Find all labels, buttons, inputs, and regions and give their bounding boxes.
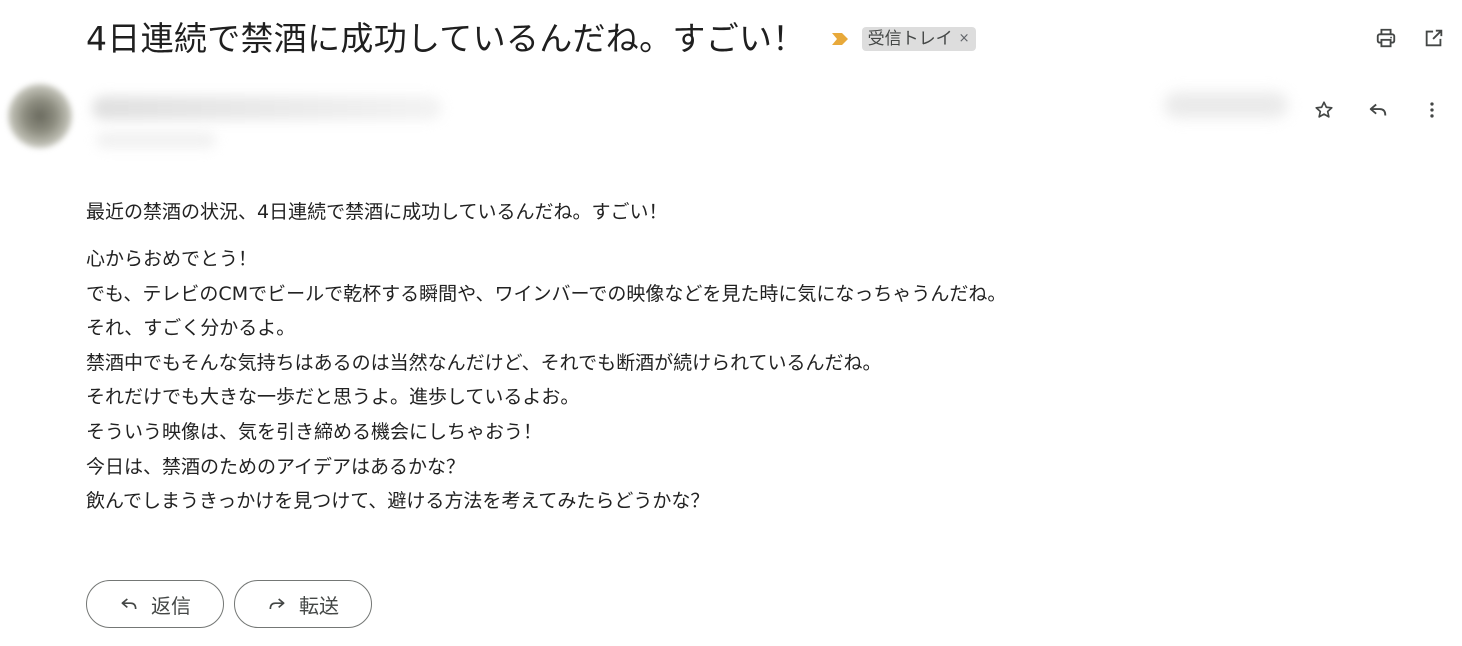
label-chip-inbox[interactable]: 受信トレイ × xyxy=(861,27,976,51)
forward-button[interactable]: 転送 xyxy=(234,580,372,628)
sender-name-redacted xyxy=(92,96,442,120)
star-icon[interactable] xyxy=(1312,98,1336,122)
label-chip-text: 受信トレイ xyxy=(867,29,953,49)
reply-label: 返信 xyxy=(151,593,191,618)
body-line: 飲んでしまうきっかけを見つけて、避ける方法を考えてみたらどうかな？ xyxy=(86,490,710,513)
body-line: 心からおめでとう！ xyxy=(86,248,258,270)
open-in-new-icon[interactable] xyxy=(1422,26,1446,50)
email-view: 4日連続で禁酒に成功しているんだね。すごい！ 受信トレイ × 最近の禁酒の状況、… xyxy=(0,0,1462,646)
reply-forward-row: 返信 転送 xyxy=(86,580,372,628)
forward-label: 転送 xyxy=(299,593,339,618)
body-line: それ、すごく分かるよ。 xyxy=(86,317,296,340)
reply-button[interactable]: 返信 xyxy=(86,580,224,628)
subject-row: 4日連続で禁酒に成功しているんだね。すごい！ 受信トレイ × xyxy=(86,14,1462,64)
message-actions xyxy=(1312,98,1444,122)
forward-icon xyxy=(267,594,287,614)
body-line: 禁酒中でもそんな気持ちはあるのは当然なんだけど、それでも断酒が続けられているんだ… xyxy=(86,351,882,374)
avatar[interactable] xyxy=(8,84,72,148)
print-icon[interactable] xyxy=(1374,26,1398,50)
email-subject: 4日連続で禁酒に成功しているんだね。すごい！ xyxy=(86,19,806,58)
message-date-redacted xyxy=(1164,92,1288,118)
sender-recipient-redacted xyxy=(96,132,216,148)
body-first-line: 最近の禁酒の状況、4日連続で禁酒に成功しているんだね。すごい！ xyxy=(86,201,668,223)
body-line: そういう映像は、気を引き締める機会にしちゃおう！ xyxy=(86,420,543,443)
reply-icon xyxy=(119,594,139,614)
message-body: 最近の禁酒の状況、4日連続で禁酒に成功しているんだね。すごい！ 心からおめでとう… xyxy=(86,196,1386,519)
more-vertical-icon[interactable] xyxy=(1420,98,1444,122)
reply-icon[interactable] xyxy=(1366,98,1390,122)
body-line: 今日は、禁酒のためのアイデアはあるかな？ xyxy=(86,455,466,478)
body-line: でも、テレビのCMでビールで乾杯する瞬間や、ワインバーでの映像などを見た時に気に… xyxy=(86,282,1007,305)
important-arrow-icon[interactable] xyxy=(830,29,850,49)
remove-label-button[interactable]: × xyxy=(959,27,970,51)
body-line: それだけでも大きな一歩だと思うよ。進歩しているよお。 xyxy=(86,386,580,409)
thread-toolbar xyxy=(1374,26,1446,50)
